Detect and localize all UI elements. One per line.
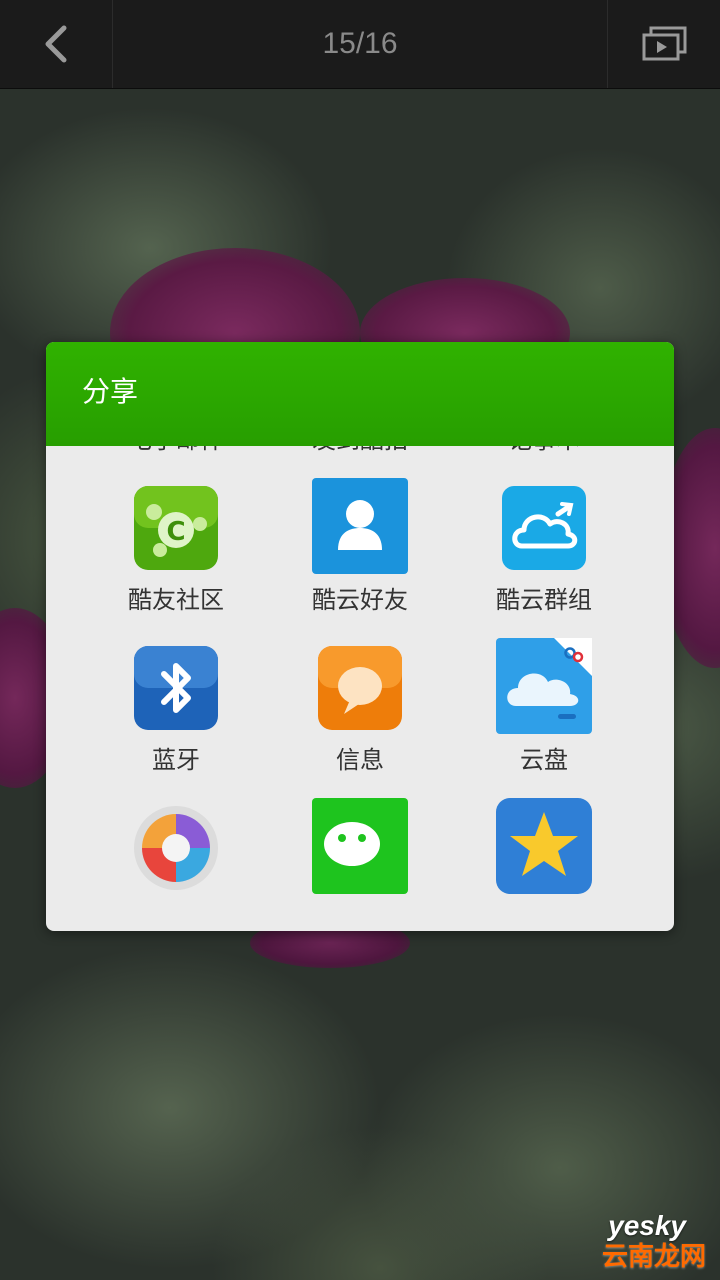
share-item-bluetooth[interactable]: 蓝牙 [76,632,276,792]
dialog-header: 分享 [46,342,674,446]
kuyou-community-icon: C [132,484,220,572]
share-item-coolpad[interactable]: C 发到酷拍 [260,446,460,472]
share-item-label: 蓝牙 [152,746,200,774]
share-item-cloud-friends[interactable]: 酷云好友 [260,472,460,632]
share-item-label: 酷友社区 [128,586,224,614]
share-item-label: 酷云群组 [496,586,592,614]
share-row: C 酷友社区 酷云好友 酷云群组 [46,472,674,632]
share-item-message[interactable]: 信息 [260,632,460,792]
cloud-disk-icon [496,638,592,734]
message-icon [316,644,404,732]
share-item-kuyou-community[interactable]: C 酷友社区 [76,472,276,632]
image-counter: 15/16 [322,27,398,60]
star-favorite-icon [496,798,592,894]
share-item-cloud-disk[interactable]: 云盘 [444,632,644,792]
wechat-icon [312,798,408,894]
share-item-favorite[interactable] [444,792,644,931]
share-row: @ 电子邮件 C [46,446,674,472]
back-button[interactable] [0,0,113,88]
svg-text:C: C [166,517,185,547]
share-item-camera[interactable] [76,792,276,931]
watermark-site: 云南龙网 [601,1242,706,1272]
dialog-title: 分享 [82,375,139,408]
share-item-label: 酷云好友 [312,586,408,614]
share-item-email[interactable]: @ 电子邮件 [76,446,276,472]
cloud-group-icon [500,484,588,572]
bluetooth-icon [132,644,220,732]
share-item-label: 信息 [336,746,384,774]
camera-aperture-icon [132,804,220,892]
share-item-label: 发到酷拍 [260,446,460,455]
share-item-label: 记事本 [444,446,644,455]
share-item-wechat[interactable] [260,792,460,931]
slideshow-button[interactable] [607,0,720,88]
back-arrow-icon [45,25,67,63]
share-row: 蓝牙 信息 云盘 [46,632,674,792]
share-item-cloud-group[interactable]: 酷云群组 [444,472,644,632]
watermark: yesky 云南龙网 [566,1210,706,1272]
share-row [46,792,674,931]
share-app-grid[interactable]: @ 电子邮件 C [46,446,674,931]
contact-person-icon [312,478,408,574]
share-item-notepad[interactable]: hi! 记事本 [444,446,644,472]
slideshow-icon [642,26,687,61]
share-item-label: 云盘 [520,746,568,774]
share-dialog: 分享 @ 电子邮件 [46,342,674,931]
share-item-label: 电子邮件 [76,446,276,455]
top-bar: 15/16 [0,0,720,89]
